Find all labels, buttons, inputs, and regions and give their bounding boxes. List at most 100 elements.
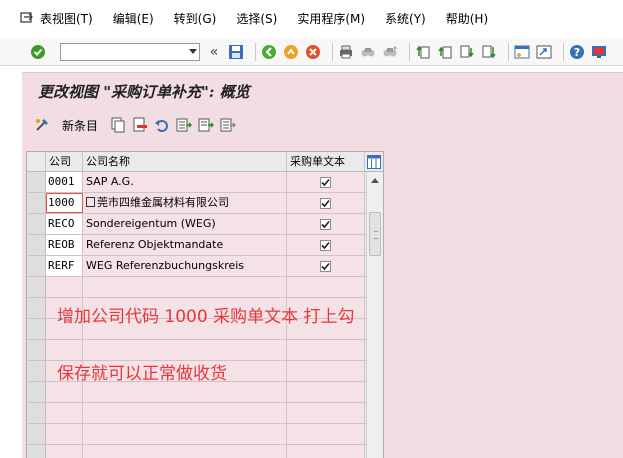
row-selector[interactable] [27,445,46,458]
row-selector[interactable] [27,319,46,339]
command-field[interactable] [60,42,200,61]
copy-icon [86,197,95,207]
table-row[interactable] [27,445,383,458]
menu-help[interactable]: 帮助(H) [446,10,488,27]
create-session-icon[interactable] [514,44,530,60]
column-header-company-name[interactable]: 公司名称 [83,152,287,171]
app-menu-icon[interactable] [20,12,34,24]
table-row[interactable] [27,382,383,403]
table-row[interactable] [27,424,383,445]
delete-icon[interactable] [132,117,148,133]
company-name-cell: Referenz Objektmandate [83,235,287,255]
row-selector[interactable] [27,214,46,234]
company-code-cell[interactable]: 0001 [46,172,83,192]
select-all-column-header[interactable] [27,152,46,171]
title-area: 更改视图 "采购订单补充": 概览 [22,72,623,110]
menu-edit[interactable]: 编辑(E) [113,10,154,27]
row-selector[interactable] [27,235,46,255]
company-name-cell [83,277,287,297]
row-selector[interactable] [27,340,46,360]
po-text-checkbox[interactable] [320,239,331,251]
company-code-cell[interactable] [46,424,83,444]
menu-utilities[interactable]: 实用程序(M) [297,10,365,27]
table-row[interactable]: REOB Referenz Objektmandate [27,235,383,256]
po-text-cell [287,256,365,276]
company-code-cell[interactable]: RERF [46,256,83,276]
row-selector[interactable] [27,172,46,192]
company-name-cell [83,424,287,444]
menu-selection[interactable]: 选择(S) [236,10,277,27]
undo-change-icon[interactable] [154,117,170,133]
save-icon[interactable] [228,44,244,60]
first-page-icon[interactable] [415,44,431,60]
table-row[interactable]: RECO Sondereigentum (WEG) [27,214,383,235]
scroll-up-arrow-icon[interactable] [371,178,379,183]
scrollbar-thumb[interactable] [369,212,381,256]
company-code-cell[interactable] [46,403,83,423]
table-vertical-scrollbar[interactable] [366,172,383,458]
exit-icon[interactable] [283,44,299,60]
table-row[interactable] [27,403,383,424]
new-entries-button[interactable]: 新条目 [56,117,98,134]
table-row[interactable]: 1000 莞市四维金属材料有限公司 [27,193,383,214]
column-header-po-text[interactable]: 采购单文本 [287,152,365,171]
company-code-cell[interactable] [46,445,83,458]
menu-system[interactable]: 系统(Y) [385,10,426,27]
collapse-icon[interactable]: « [206,44,222,60]
svg-text:?: ? [574,46,580,59]
back-icon[interactable] [261,44,277,60]
menu-table-view[interactable]: 表视图(T) [40,10,93,27]
previous-page-icon[interactable] [437,44,453,60]
chevron-down-icon[interactable] [189,48,197,54]
layout-icon[interactable] [591,44,607,60]
table-settings-icon[interactable] [365,152,383,171]
company-code-cell[interactable]: REOB [46,235,83,255]
last-page-icon[interactable] [481,44,497,60]
select-block-icon[interactable] [198,117,215,133]
find-icon[interactable] [360,44,376,60]
table-row[interactable]: 0001 SAP A.G. [27,172,383,193]
company-code-cell[interactable] [46,277,83,297]
table-header: 公司 公司名称 采购单文本 [27,152,383,172]
table-row[interactable]: RERF WEG Referenzbuchungskreis [27,256,383,277]
command-input[interactable] [61,43,181,60]
company-name-cell [83,403,287,423]
company-code-cell[interactable] [46,382,83,402]
po-text-checkbox[interactable] [320,218,331,230]
po-text-cell [287,403,365,423]
deselect-all-icon[interactable] [220,117,237,133]
select-all-icon[interactable] [176,117,193,133]
row-selector[interactable] [27,424,46,444]
row-selector[interactable] [27,193,46,213]
row-selector[interactable] [27,298,46,318]
row-selector[interactable] [27,277,46,297]
print-icon[interactable] [338,44,354,60]
row-selector[interactable] [27,256,46,276]
copy-as-icon[interactable] [110,117,126,133]
menu-goto[interactable]: 转到(G) [174,10,217,27]
company-code-cell[interactable]: 1000 [46,193,83,213]
toolbar-separator [255,42,256,61]
find-next-icon[interactable] [382,44,398,60]
company-code-cell[interactable]: RECO [46,214,83,234]
po-text-checkbox[interactable] [320,176,331,188]
next-page-icon[interactable] [459,44,475,60]
enter-check-icon[interactable] [30,44,46,60]
company-name-cell: 莞市四维金属材料有限公司 [83,193,287,213]
change-display-icon[interactable] [34,117,50,133]
company-code-cell[interactable] [46,340,83,360]
help-icon[interactable]: ? [569,44,585,60]
row-selector[interactable] [27,382,46,402]
table-row[interactable] [27,340,383,361]
application-toolbar: 新条目 [22,110,623,140]
table-row[interactable] [27,277,383,298]
shortcut-icon[interactable] [536,44,552,60]
po-text-checkbox[interactable] [320,197,331,209]
po-text-cell [287,340,365,360]
po-text-checkbox[interactable] [320,260,331,272]
cancel-icon[interactable] [305,44,321,60]
po-text-cell [287,361,365,381]
row-selector[interactable] [27,361,46,381]
column-header-company[interactable]: 公司 [46,152,83,171]
row-selector[interactable] [27,403,46,423]
